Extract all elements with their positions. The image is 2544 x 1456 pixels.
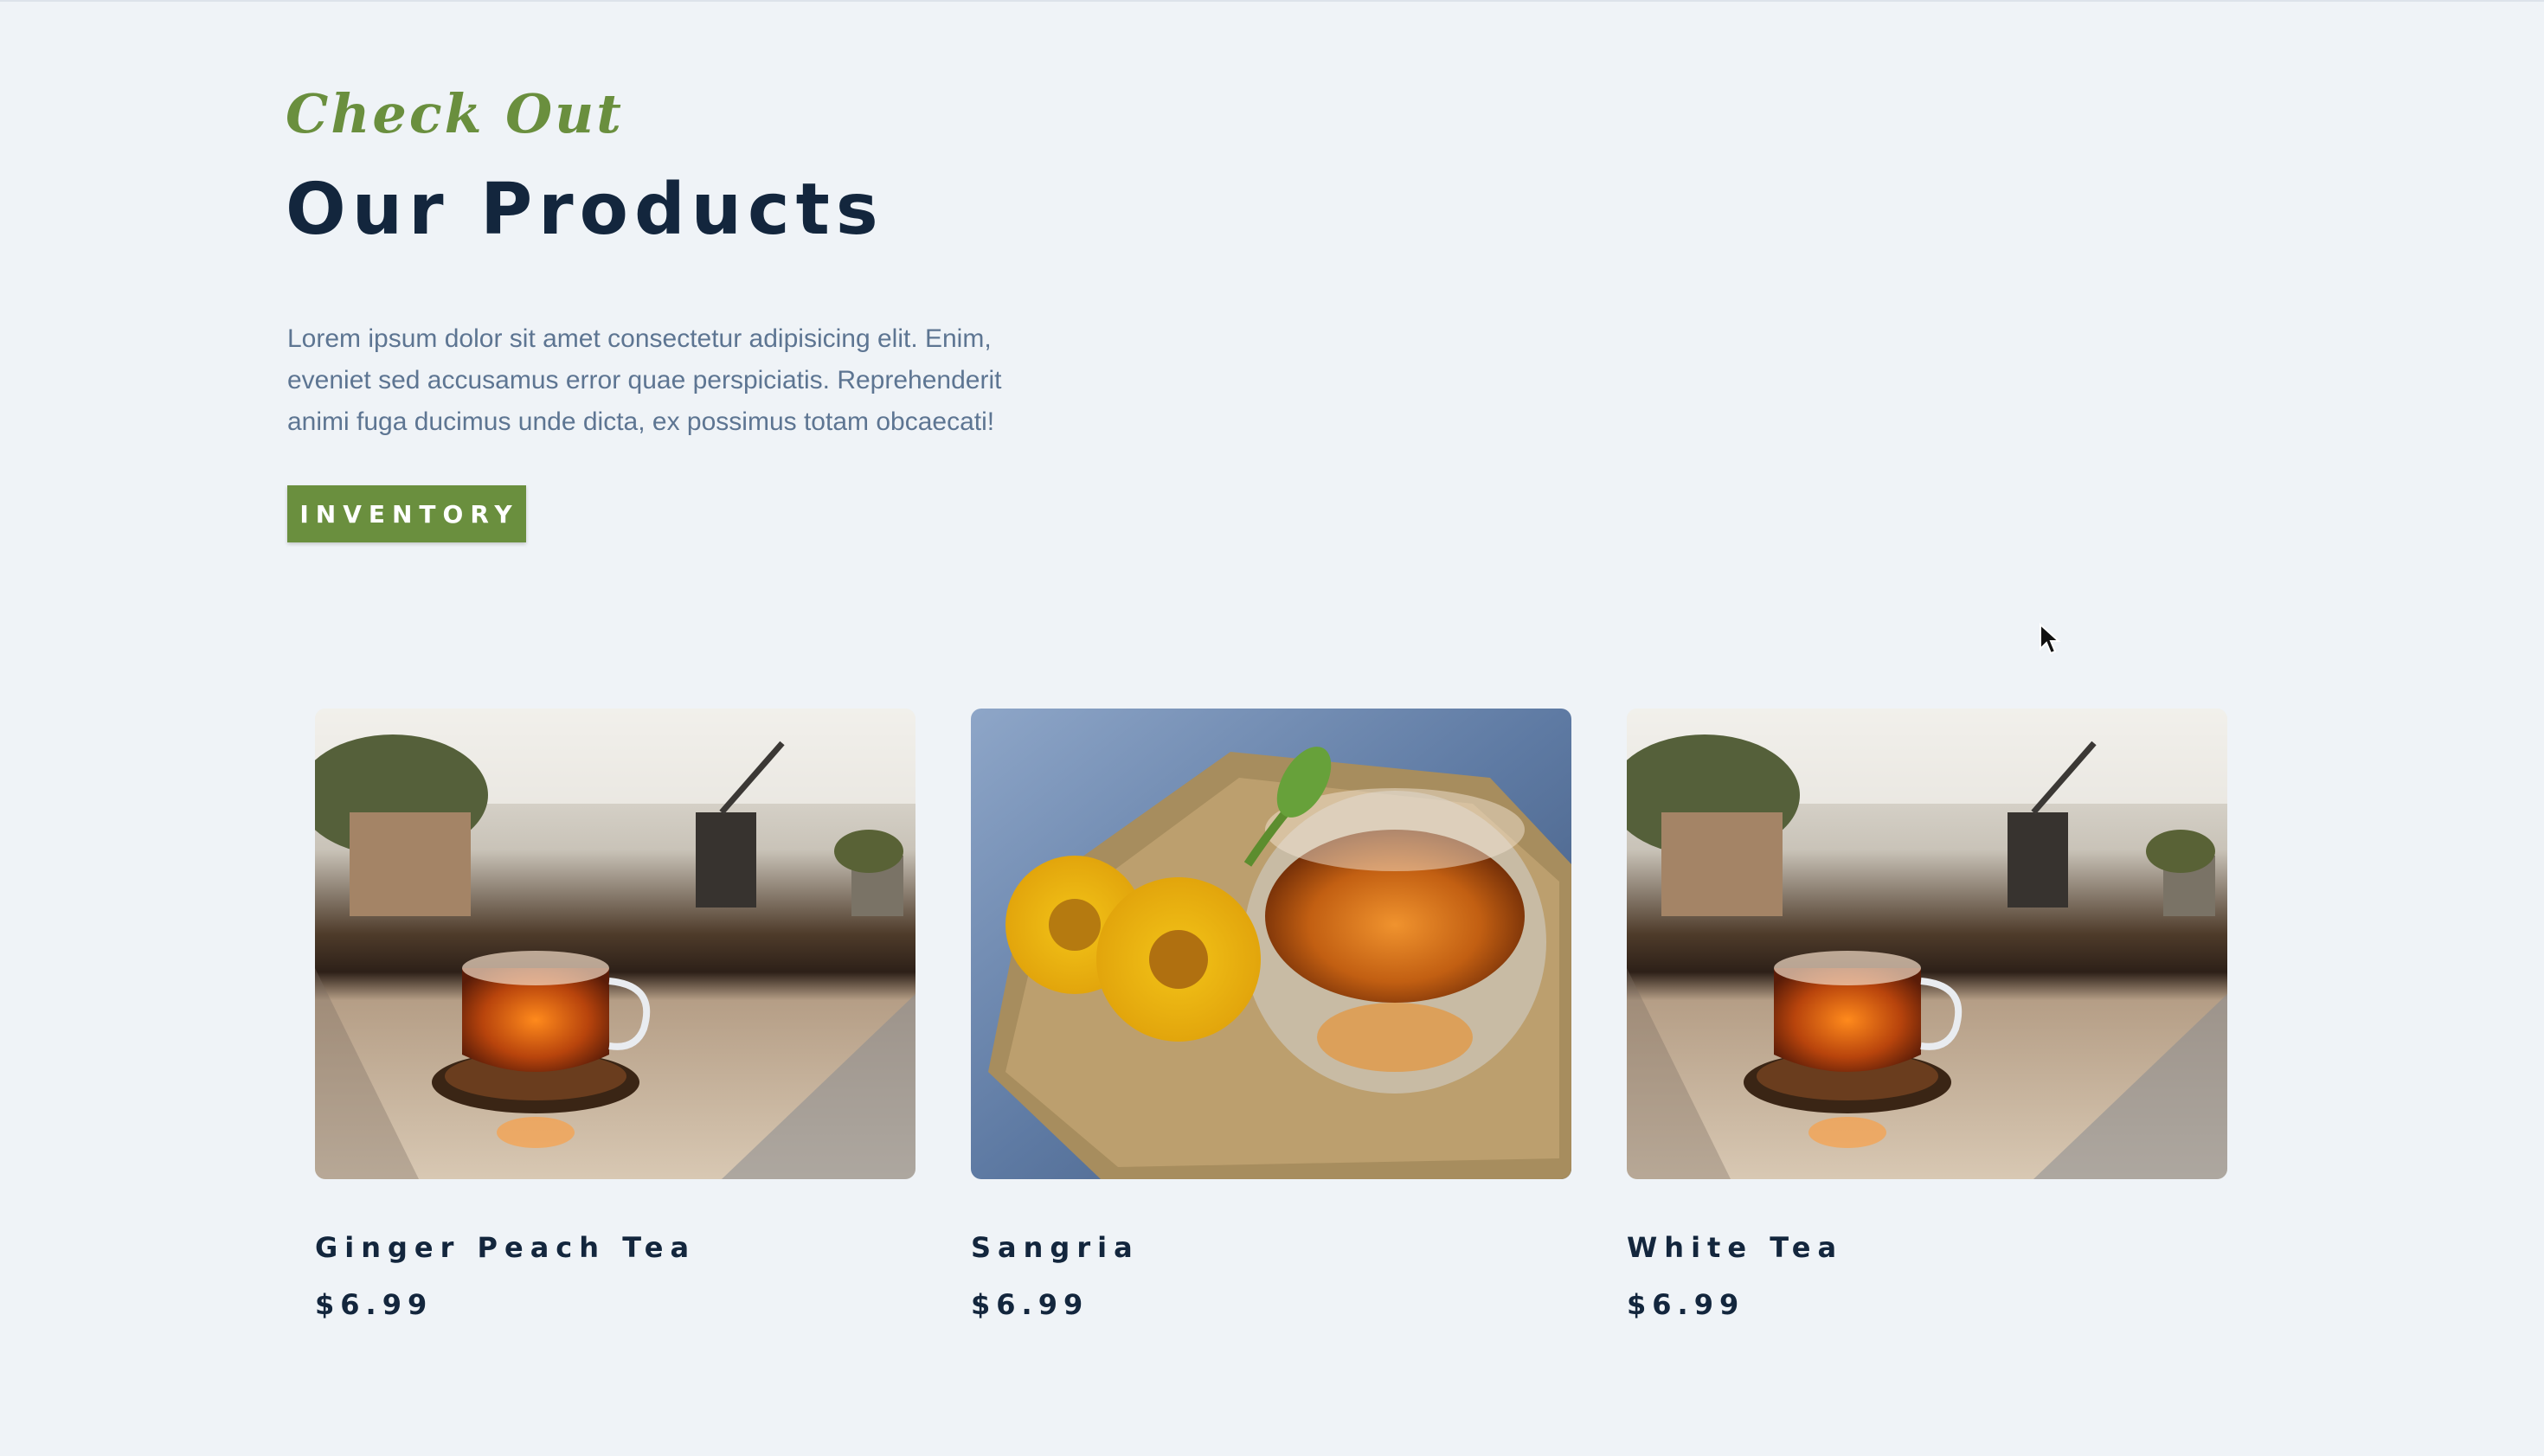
product-name[interactable]: Sangria: [971, 1231, 1140, 1264]
inventory-button[interactable]: INVENTORY: [287, 485, 526, 542]
page-title: Our Products: [286, 169, 884, 251]
product-card[interactable]: White Tea $6.99: [1627, 709, 2227, 1331]
product-card[interactable]: Sangria $6.99: [971, 709, 1571, 1331]
product-price: $6.99: [1627, 1288, 1745, 1321]
product-price: $6.99: [315, 1288, 434, 1321]
product-name[interactable]: White Tea: [1627, 1231, 1843, 1264]
product-image[interactable]: [1627, 709, 2227, 1179]
section-eyebrow: Check Out: [286, 82, 624, 145]
mouse-cursor-icon: [2040, 623, 2061, 655]
product-image[interactable]: [315, 709, 915, 1179]
products-section: Check Out Our Products Lorem ipsum dolor…: [0, 0, 2544, 1456]
product-price: $6.99: [971, 1288, 1089, 1321]
product-name[interactable]: Ginger Peach Tea: [315, 1231, 696, 1264]
section-description: Lorem ipsum dolor sit amet consectetur a…: [287, 324, 1002, 436]
product-card[interactable]: Ginger Peach Tea $6.99: [315, 709, 915, 1331]
product-image[interactable]: [971, 709, 1571, 1179]
